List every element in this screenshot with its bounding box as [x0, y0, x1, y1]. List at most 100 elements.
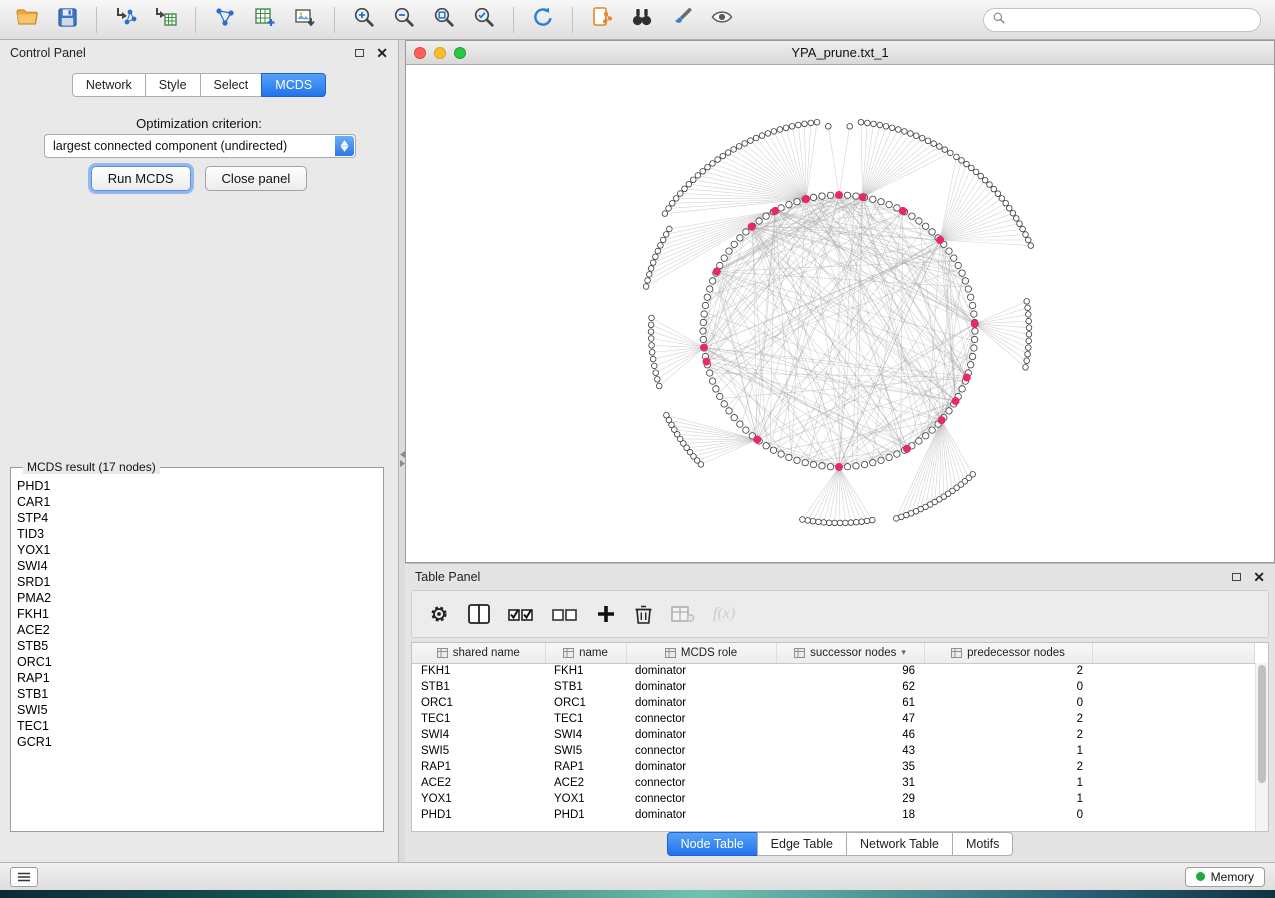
mcds-result-item[interactable]: SWI4: [17, 558, 377, 574]
table-scrollbar-thumb[interactable]: [1258, 665, 1266, 783]
zoom-fit-button[interactable]: [427, 5, 461, 35]
mcds-result-item[interactable]: STB5: [17, 638, 377, 654]
delete-column-button[interactable]: [634, 601, 653, 627]
save-session-button[interactable]: [50, 5, 84, 35]
cell-shared-name[interactable]: SWI5: [412, 743, 545, 759]
tab-motifs[interactable]: Motifs: [952, 832, 1013, 856]
cell-role[interactable]: connector: [626, 711, 776, 727]
cell-shared-name[interactable]: RAP1: [412, 759, 545, 775]
show-columns-button[interactable]: [468, 601, 490, 627]
mcds-result-item[interactable]: SRD1: [17, 574, 377, 590]
close-panel-icon[interactable]: ✕: [376, 46, 388, 60]
cell-predecessors[interactable]: 2: [924, 759, 1092, 775]
cell-predecessors[interactable]: 1: [924, 775, 1092, 791]
search-input[interactable]: [1011, 13, 1252, 27]
table-row[interactable]: ACE2ACE2connector311: [412, 775, 1255, 791]
cell-successors[interactable]: 62: [776, 679, 924, 695]
cell-successors[interactable]: 96: [776, 663, 924, 679]
column-header-successor-nodes[interactable]: successor nodes ▾: [776, 643, 924, 663]
run-mcds-button[interactable]: Run MCDS: [91, 166, 191, 191]
cell-shared-name[interactable]: SWI4: [412, 727, 545, 743]
float-table-panel-icon[interactable]: [1232, 573, 1241, 581]
cell-role[interactable]: dominator: [626, 679, 776, 695]
cell-name[interactable]: SWI5: [545, 743, 626, 759]
tab-style[interactable]: Style: [145, 73, 201, 97]
deselect-all-button[interactable]: [552, 601, 578, 627]
tab-node-table[interactable]: Node Table: [667, 832, 758, 856]
column-header-mcds-role[interactable]: MCDS role: [626, 643, 776, 663]
cell-predecessors[interactable]: 1: [924, 791, 1092, 807]
table-scrollbar[interactable]: [1255, 663, 1268, 831]
cell-name[interactable]: PHD1: [545, 807, 626, 823]
cell-successors[interactable]: 43: [776, 743, 924, 759]
new-table-button[interactable]: [248, 5, 282, 35]
delete-table-button[interactable]: [671, 601, 695, 627]
table-row[interactable]: ORC1ORC1dominator610: [412, 695, 1255, 711]
cell-role[interactable]: dominator: [626, 759, 776, 775]
cell-name[interactable]: RAP1: [545, 759, 626, 775]
mcds-result-item[interactable]: ACE2: [17, 622, 377, 638]
network-graph[interactable]: [406, 65, 1274, 562]
refresh-view-button[interactable]: [526, 5, 560, 35]
cell-predecessors[interactable]: 2: [924, 727, 1092, 743]
cell-predecessors[interactable]: 2: [924, 663, 1092, 679]
network-canvas[interactable]: [406, 65, 1274, 562]
cell-successors[interactable]: 47: [776, 711, 924, 727]
float-panel-icon[interactable]: [355, 49, 364, 57]
mcds-result-item[interactable]: TEC1: [17, 718, 377, 734]
cell-predecessors[interactable]: 2: [924, 711, 1092, 727]
network-titlebar[interactable]: YPA_prune.txt_1: [406, 41, 1274, 65]
table-row[interactable]: YOX1YOX1connector291: [412, 791, 1255, 807]
cell-name[interactable]: STB1: [545, 679, 626, 695]
mcds-result-item[interactable]: TID3: [17, 526, 377, 542]
import-table-button[interactable]: [149, 5, 183, 35]
cell-predecessors[interactable]: 0: [924, 695, 1092, 711]
mcds-result-item[interactable]: PHD1: [17, 478, 377, 494]
column-header-predecessor-nodes[interactable]: predecessor nodes: [924, 643, 1092, 663]
cell-role[interactable]: connector: [626, 791, 776, 807]
zoom-out-button[interactable]: [387, 5, 421, 35]
tab-mcds[interactable]: MCDS: [261, 73, 326, 97]
cell-successors[interactable]: 35: [776, 759, 924, 775]
style-tool-button[interactable]: [665, 5, 699, 35]
mcds-result-item[interactable]: YOX1: [17, 542, 377, 558]
cell-name[interactable]: TEC1: [545, 711, 626, 727]
cell-role[interactable]: dominator: [626, 727, 776, 743]
criterion-select[interactable]: largest connected component (undirected): [44, 134, 356, 158]
mcds-result-item[interactable]: PMA2: [17, 590, 377, 606]
cell-shared-name[interactable]: ACE2: [412, 775, 545, 791]
import-network-button[interactable]: [109, 5, 143, 35]
table-row[interactable]: PHD1PHD1dominator180: [412, 807, 1255, 823]
share-network-button[interactable]: [585, 5, 619, 35]
cell-predecessors[interactable]: 1: [924, 743, 1092, 759]
column-header-name[interactable]: name: [545, 643, 626, 663]
tab-edge-table[interactable]: Edge Table: [757, 832, 847, 856]
cell-role[interactable]: dominator: [626, 695, 776, 711]
table-row[interactable]: SWI4SWI4dominator462: [412, 727, 1255, 743]
table-row[interactable]: TEC1TEC1connector472: [412, 711, 1255, 727]
memory-button[interactable]: Memory: [1185, 867, 1265, 887]
cell-role[interactable]: connector: [626, 743, 776, 759]
table-row[interactable]: SWI5SWI5connector431: [412, 743, 1255, 759]
cell-name[interactable]: FKH1: [545, 663, 626, 679]
find-button[interactable]: [625, 5, 659, 35]
table-row[interactable]: RAP1RAP1dominator352: [412, 759, 1255, 775]
mcds-result-item[interactable]: GCR1: [17, 734, 377, 750]
cell-name[interactable]: ACE2: [545, 775, 626, 791]
task-history-button[interactable]: [10, 867, 38, 887]
cell-name[interactable]: YOX1: [545, 791, 626, 807]
visibility-button[interactable]: [705, 5, 739, 35]
close-panel-button[interactable]: Close panel: [205, 166, 308, 191]
cell-role[interactable]: connector: [626, 775, 776, 791]
column-header-shared-name[interactable]: shared name: [412, 643, 545, 663]
mcds-result-item[interactable]: ORC1: [17, 654, 377, 670]
cell-successors[interactable]: 18: [776, 807, 924, 823]
cell-successors[interactable]: 31: [776, 775, 924, 791]
close-table-panel-icon[interactable]: ✕: [1253, 570, 1265, 584]
cell-shared-name[interactable]: STB1: [412, 679, 545, 695]
mcds-result-item[interactable]: STB1: [17, 686, 377, 702]
add-column-button[interactable]: [596, 601, 616, 627]
cell-successors[interactable]: 61: [776, 695, 924, 711]
tab-select[interactable]: Select: [200, 73, 263, 97]
cell-successors[interactable]: 46: [776, 727, 924, 743]
